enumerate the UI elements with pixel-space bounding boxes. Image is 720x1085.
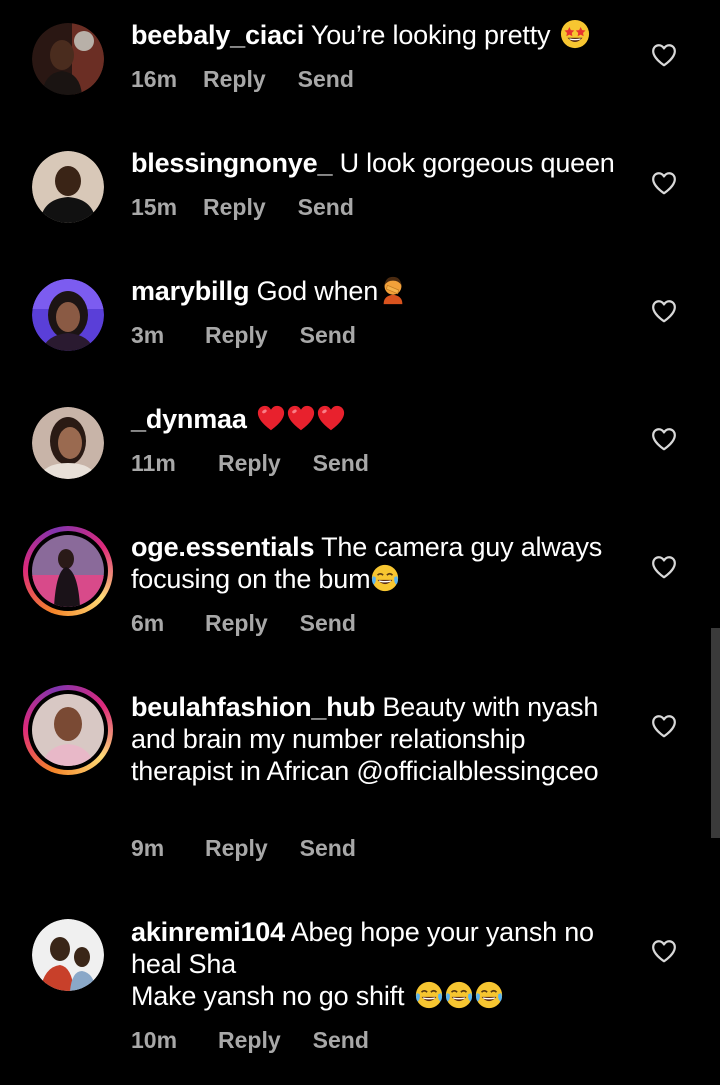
like-heart-icon[interactable] (651, 427, 677, 451)
send-button[interactable]: Send (300, 610, 356, 637)
red-heart-emoji-icon (256, 403, 286, 433)
timestamp: 16m (131, 66, 178, 92)
reply-button[interactable]: Reply (203, 194, 266, 221)
reply-button[interactable]: Reply (205, 610, 268, 637)
comment-text: akinremi104 Abeg hope your yansh no heal… (131, 916, 631, 1012)
tears-of-joy-emoji-icon (444, 980, 474, 1010)
avatar-story-ring[interactable] (23, 526, 113, 616)
comment-meta: 6m Reply Send (131, 610, 356, 637)
username[interactable]: akinremi104 (131, 917, 285, 947)
like-heart-icon[interactable] (651, 43, 677, 67)
reply-button[interactable]: Reply (205, 322, 268, 349)
send-button[interactable]: Send (298, 66, 354, 93)
comment-body: U look gorgeous queen (339, 148, 615, 178)
timestamp: 11m (131, 450, 176, 476)
send-button[interactable]: Send (313, 1027, 369, 1054)
like-heart-icon[interactable] (651, 555, 677, 579)
red-heart-emoji-icon (316, 403, 346, 433)
person-facepalming-emoji-icon (378, 275, 408, 305)
avatar[interactable] (32, 279, 104, 351)
comment-text: blessingnonye_ U look gorgeous queen (131, 147, 631, 179)
username[interactable]: _dynmaa (131, 404, 247, 434)
like-heart-icon[interactable] (651, 939, 677, 963)
reply-button[interactable]: Reply (205, 835, 268, 862)
timestamp: 10m (131, 1027, 178, 1053)
comment-text: marybillg God when (131, 275, 631, 307)
like-heart-icon[interactable] (651, 714, 677, 738)
send-button[interactable]: Send (300, 835, 356, 862)
comment-text: oge.essentials The camera guy always foc… (131, 531, 631, 595)
comment-body-line2: Make yansh no go shift (131, 981, 405, 1011)
timestamp: 9m (131, 835, 165, 861)
comment-meta: 9m Reply Send (131, 835, 356, 862)
comment-meta: 16m Reply Send (131, 66, 354, 93)
avatar[interactable] (32, 151, 104, 223)
timestamp: 6m (131, 610, 165, 636)
avatar[interactable] (32, 919, 104, 991)
tears-of-joy-emoji-icon (414, 980, 444, 1010)
timestamp: 15m (131, 194, 178, 220)
reply-button[interactable]: Reply (203, 66, 266, 93)
timestamp: 3m (131, 322, 165, 348)
comment-meta: 15m Reply Send (131, 194, 354, 221)
comment-meta: 10m Reply Send (131, 1027, 369, 1054)
comments-screen: { "comments": [ {"username": "beebaly_ci… (0, 0, 720, 1085)
like-heart-icon[interactable] (651, 171, 677, 195)
reply-button[interactable]: Reply (218, 1027, 281, 1054)
reply-button[interactable]: Reply (218, 450, 281, 477)
tears-of-joy-emoji-icon (370, 563, 400, 593)
send-button[interactable]: Send (313, 450, 369, 477)
like-heart-icon[interactable] (651, 299, 677, 323)
comment-meta: 3m Reply Send (131, 322, 356, 349)
comment-text: _dynmaa (131, 403, 631, 435)
comment-body: You’re looking pretty (310, 20, 551, 50)
username[interactable]: beebaly_ciaci (131, 20, 304, 50)
comment-meta: 11m Reply Send (131, 450, 369, 477)
avatar[interactable] (32, 407, 104, 479)
tears-of-joy-emoji-icon (474, 980, 504, 1010)
avatar-story-ring[interactable] (23, 685, 113, 775)
send-button[interactable]: Send (298, 194, 354, 221)
avatar[interactable] (32, 23, 104, 95)
username[interactable]: beulahfashion_hub (131, 692, 375, 722)
username[interactable]: oge.essentials (131, 532, 314, 562)
comment-text: beebaly_ciaci You’re looking pretty (131, 19, 631, 51)
scrollbar[interactable] (711, 628, 720, 838)
username[interactable]: blessingnonye_ (131, 148, 332, 178)
comment-text: beulahfashion_hub Beauty with nyash and … (131, 691, 631, 787)
send-button[interactable]: Send (300, 322, 356, 349)
comment-body: God when (256, 276, 379, 306)
star-struck-emoji-icon (560, 19, 590, 49)
red-heart-emoji-icon (286, 403, 316, 433)
username[interactable]: marybillg (131, 276, 249, 306)
